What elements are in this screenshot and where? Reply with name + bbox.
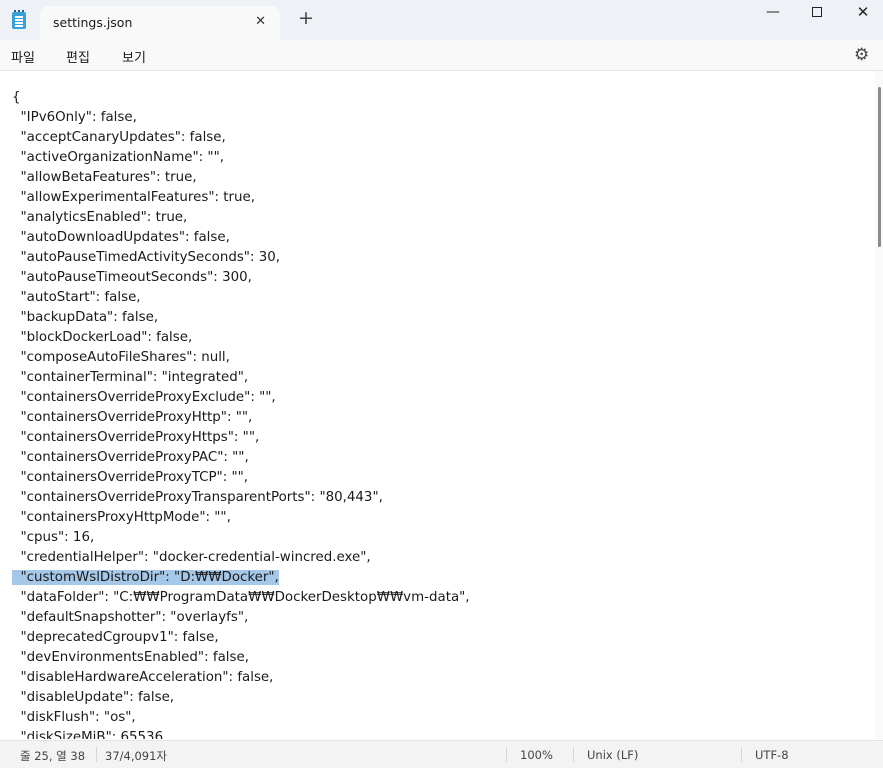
menu-view[interactable]: 보기: [122, 47, 146, 66]
editor-line: "devEnvironmentsEnabled": false,: [12, 648, 470, 668]
editor-line-text: "containersProxyHttpMode": "",: [12, 510, 231, 525]
editor-line-text: "acceptCanaryUpdates": false,: [12, 130, 226, 145]
editor-line: "autoPauseTimeoutSeconds": 300,: [12, 268, 470, 288]
editor-line-text: "autoPauseTimedActivitySeconds": 30,: [12, 250, 281, 265]
editor-line: "containersProxyHttpMode": "",: [12, 508, 470, 528]
editor-line: "containersOverrideProxyPAC": "",: [12, 448, 470, 468]
status-separator: [741, 747, 742, 762]
editor-line: "backupData": false,: [12, 308, 470, 328]
editor-line: "diskFlush": "os",: [12, 708, 470, 728]
status-separator: [573, 747, 574, 762]
editor-line-text: "dataFolder": "C:₩₩ProgramData₩₩DockerDe…: [12, 590, 470, 605]
status-separator: [96, 747, 97, 762]
title-bar: settings.json ✕ + — ✕: [0, 0, 883, 40]
editor-line: "blockDockerLoad": false,: [12, 328, 470, 348]
text-editor[interactable]: { "IPv6Only": false, "acceptCanaryUpdate…: [0, 71, 875, 739]
editor-line-text: "containerTerminal": "integrated",: [12, 370, 249, 385]
editor-line: "defaultSnapshotter": "overlayfs",: [12, 608, 470, 628]
editor-line-text: "customWslDistroDir": "D:₩₩Docker",: [12, 570, 279, 585]
vertical-scrollbar[interactable]: [875, 71, 883, 739]
editor-line: "acceptCanaryUpdates": false,: [12, 128, 470, 148]
new-tab-button[interactable]: +: [298, 9, 314, 28]
editor-line: "customWslDistroDir": "D:₩₩Docker",: [12, 568, 470, 588]
editor-line-text: {: [12, 90, 21, 105]
tab-settings-json[interactable]: settings.json ✕: [40, 6, 280, 40]
editor-line-text: "containersOverrideProxyTCP": "",: [12, 470, 249, 485]
encoding[interactable]: UTF-8: [755, 748, 789, 762]
editor-line-text: "allowBetaFeatures": true,: [12, 170, 197, 185]
editor-line: "containersOverrideProxyExclude": "",: [12, 388, 470, 408]
editor-line-text: "diskFlush": "os",: [12, 710, 136, 725]
editor-line-text: "containersOverrideProxyExclude": "",: [12, 390, 276, 405]
maximize-button[interactable]: [794, 0, 840, 30]
scrollbar-thumb[interactable]: [878, 87, 881, 247]
editor-line-text: "defaultSnapshotter": "overlayfs",: [12, 610, 249, 625]
cursor-position: 줄 25, 열 38: [20, 749, 86, 763]
settings-gear-icon[interactable]: ⚙: [854, 45, 869, 65]
character-count: 37/4,091자: [105, 749, 168, 763]
editor-line-text: "backupData": false,: [12, 310, 159, 325]
editor-line: "dataFolder": "C:₩₩ProgramData₩₩DockerDe…: [12, 588, 470, 608]
editor-line: "containersOverrideProxyTCP": "",: [12, 468, 470, 488]
editor-line: "deprecatedCgroupv1": false,: [12, 628, 470, 648]
editor-line-text: "composeAutoFileShares": null,: [12, 350, 230, 365]
editor-line: "composeAutoFileShares": null,: [12, 348, 470, 368]
editor-line: "containerTerminal": "integrated",: [12, 368, 470, 388]
tab-title: settings.json: [53, 15, 133, 30]
editor-line-text: "containersOverrideProxyTransparentPorts…: [12, 490, 383, 505]
tab-close-icon[interactable]: ✕: [255, 14, 266, 29]
editor-line: "containersOverrideProxyHttps": "",: [12, 428, 470, 448]
editor-line: "activeOrganizationName": "",: [12, 148, 470, 168]
editor-line-text: "blockDockerLoad": false,: [12, 330, 193, 345]
editor-line-text: "containersOverrideProxyHttps": "",: [12, 430, 260, 445]
status-separator: [506, 747, 507, 762]
editor-line: "cpus": 16,: [12, 528, 470, 548]
editor-line: "allowBetaFeatures": true,: [12, 168, 470, 188]
editor-line: "credentialHelper": "docker-credential-w…: [12, 548, 470, 568]
editor-line: {: [12, 88, 470, 108]
editor-line: "disableHardwareAcceleration": false,: [12, 668, 470, 688]
editor-lines: { "IPv6Only": false, "acceptCanaryUpdate…: [12, 88, 470, 739]
editor-line: "autoStart": false,: [12, 288, 470, 308]
editor-line: "autoPauseTimedActivitySeconds": 30,: [12, 248, 470, 268]
editor-line: "allowExperimentalFeatures": true,: [12, 188, 470, 208]
menu-edit[interactable]: 편집: [66, 47, 90, 66]
minimize-button[interactable]: —: [750, 0, 796, 30]
editor-line-text: "autoPauseTimeoutSeconds": 300,: [12, 270, 252, 285]
editor-line-text: "allowExperimentalFeatures": true,: [12, 190, 256, 205]
menu-file[interactable]: 파일: [11, 47, 35, 66]
menu-bar: 파일 편집 보기 ⚙: [0, 40, 883, 71]
editor-line: "disableUpdate": false,: [12, 688, 470, 708]
editor-line-text: "autoDownloadUpdates": false,: [12, 230, 230, 245]
editor-line-text: "containersOverrideProxyPAC": "",: [12, 450, 249, 465]
editor-line: "containersOverrideProxyHttp": "",: [12, 408, 470, 428]
line-ending[interactable]: Unix (LF): [587, 748, 638, 762]
editor-line: "containersOverrideProxyTransparentPorts…: [12, 488, 470, 508]
editor-line-text: "diskSizeMiB": 65536,: [12, 730, 168, 739]
editor-line-text: "containersOverrideProxyHttp": "",: [12, 410, 253, 425]
editor-line-text: "disableUpdate": false,: [12, 690, 175, 705]
status-bar: 줄 25, 열 38 37/4,091자 100% Unix (LF) UTF-…: [0, 740, 883, 768]
editor-line-text: "credentialHelper": "docker-credential-w…: [12, 550, 371, 565]
editor-line: "IPv6Only": false,: [12, 108, 470, 128]
editor-line-text: "cpus": 16,: [12, 530, 95, 545]
editor-line-text: "autoStart": false,: [12, 290, 141, 305]
maximize-icon: [812, 7, 822, 17]
editor-line-text: "analyticsEnabled": true,: [12, 210, 188, 225]
notepad-app-icon: [12, 10, 26, 29]
editor-line: "analyticsEnabled": true,: [12, 208, 470, 228]
zoom-level[interactable]: 100%: [520, 748, 553, 762]
editor-line-text: "devEnvironmentsEnabled": false,: [12, 650, 249, 665]
editor-line-text: "deprecatedCgroupv1": false,: [12, 630, 219, 645]
editor-line-text: "disableHardwareAcceleration": false,: [12, 670, 274, 685]
editor-line-text: "activeOrganizationName": "",: [12, 150, 225, 165]
editor-line: "autoDownloadUpdates": false,: [12, 228, 470, 248]
editor-line: "diskSizeMiB": 65536,: [12, 728, 470, 739]
editor-line-text: "IPv6Only": false,: [12, 110, 137, 125]
close-window-button[interactable]: ✕: [840, 0, 883, 30]
